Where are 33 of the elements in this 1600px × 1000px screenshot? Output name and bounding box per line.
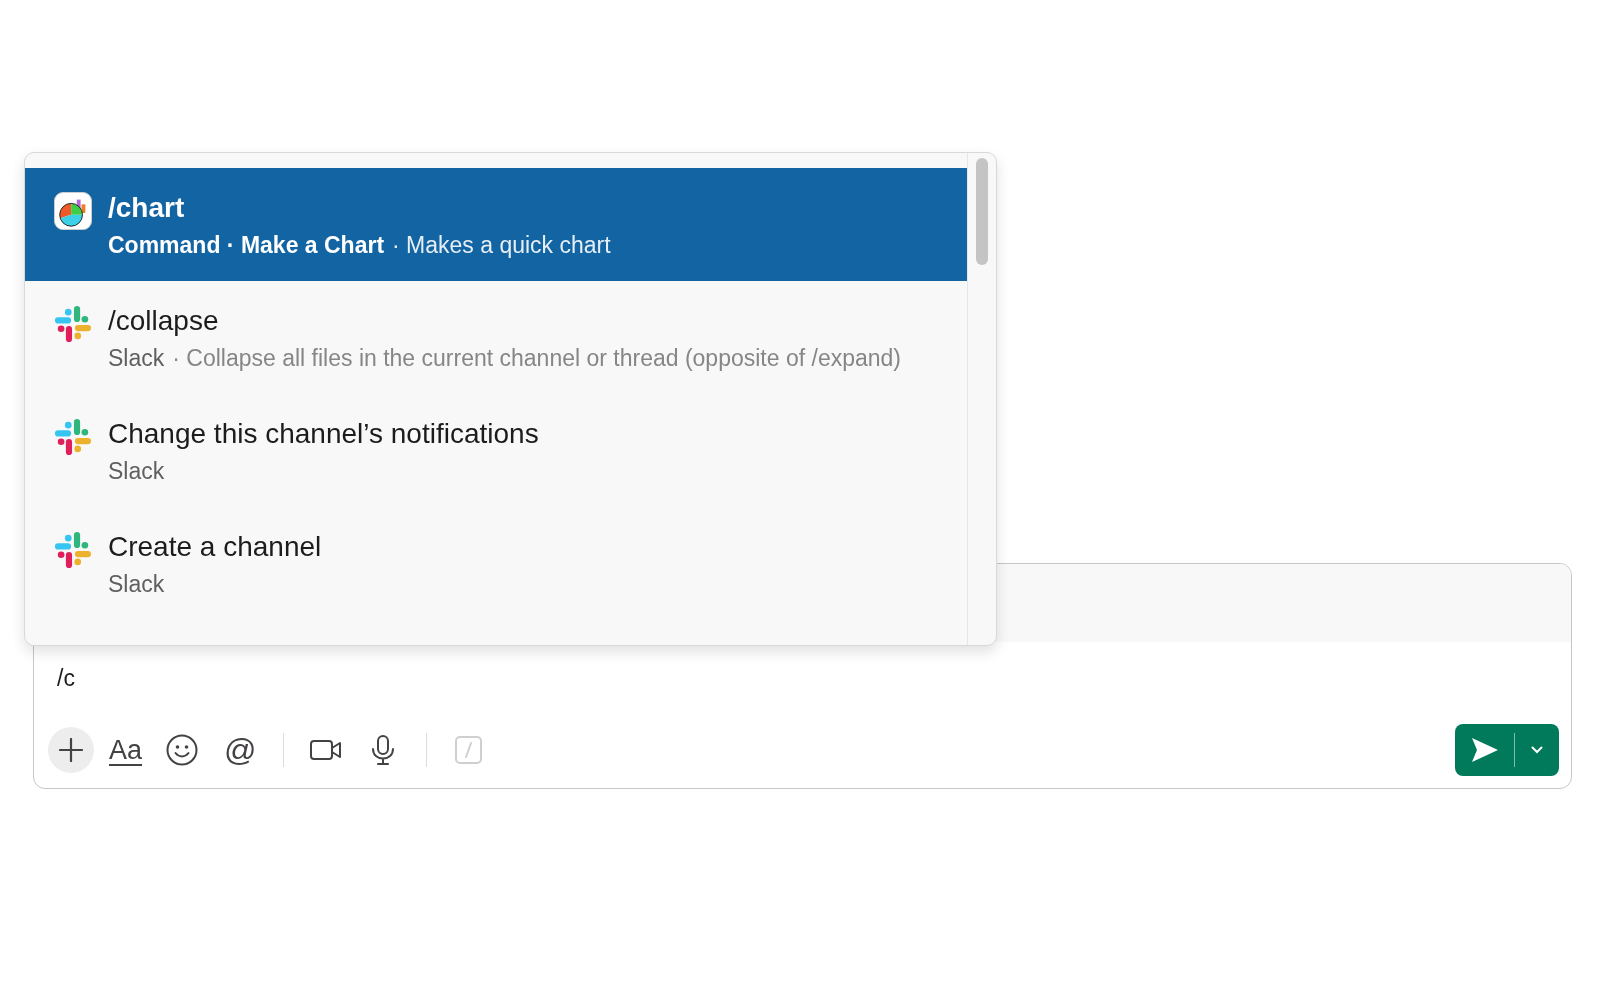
scrollbar-thumb[interactable]	[976, 158, 988, 265]
command-option[interactable]: /chart Command · Make a Chart · Makes a quick chart	[25, 168, 968, 281]
command-option[interactable]: Create a channel Slack	[25, 507, 968, 620]
mention-button[interactable]: @	[224, 730, 257, 770]
pie-chart-app-icon	[54, 192, 92, 230]
command-title: Create a channel	[108, 531, 322, 563]
send-icon	[1470, 737, 1499, 763]
command-title: Change this channel’s notifications	[108, 418, 539, 450]
command-source: Slack	[108, 457, 165, 485]
message-input[interactable]: /c	[34, 642, 1571, 724]
video-camera-icon	[309, 738, 342, 762]
formatting-button[interactable]: Aa	[108, 730, 144, 770]
emoji-button[interactable]	[165, 733, 200, 767]
plus-icon	[59, 738, 83, 762]
emoji-icon	[166, 734, 199, 766]
command-source: Slack	[108, 570, 165, 598]
slack-logo-icon	[54, 418, 92, 456]
schedule-menu-button[interactable]	[1515, 724, 1559, 776]
command-option[interactable]: Change this channel’s notifications Slack	[25, 394, 968, 507]
attach-button[interactable]	[48, 727, 94, 773]
chevron-down-icon	[1531, 746, 1543, 754]
command-description: · Makes a quick chart	[392, 231, 611, 259]
slack-logo-icon	[54, 305, 92, 343]
slack-logo-icon	[54, 531, 92, 569]
command-title: /chart	[108, 192, 185, 224]
command-source: Command · Make a Chart	[108, 231, 385, 259]
command-title: /collapse	[108, 305, 219, 337]
slash-box-icon	[455, 736, 482, 764]
send-button[interactable]	[1455, 724, 1514, 776]
microphone-icon	[370, 735, 395, 765]
command-option[interactable]: /collapse Slack · Collapse all files in the current channel or thread (opposite of /expand)	[25, 281, 968, 394]
command-description: · Collapse all files in the current channel or thread (opposite of /expand)	[172, 344, 901, 372]
command-source: Slack	[108, 344, 165, 372]
